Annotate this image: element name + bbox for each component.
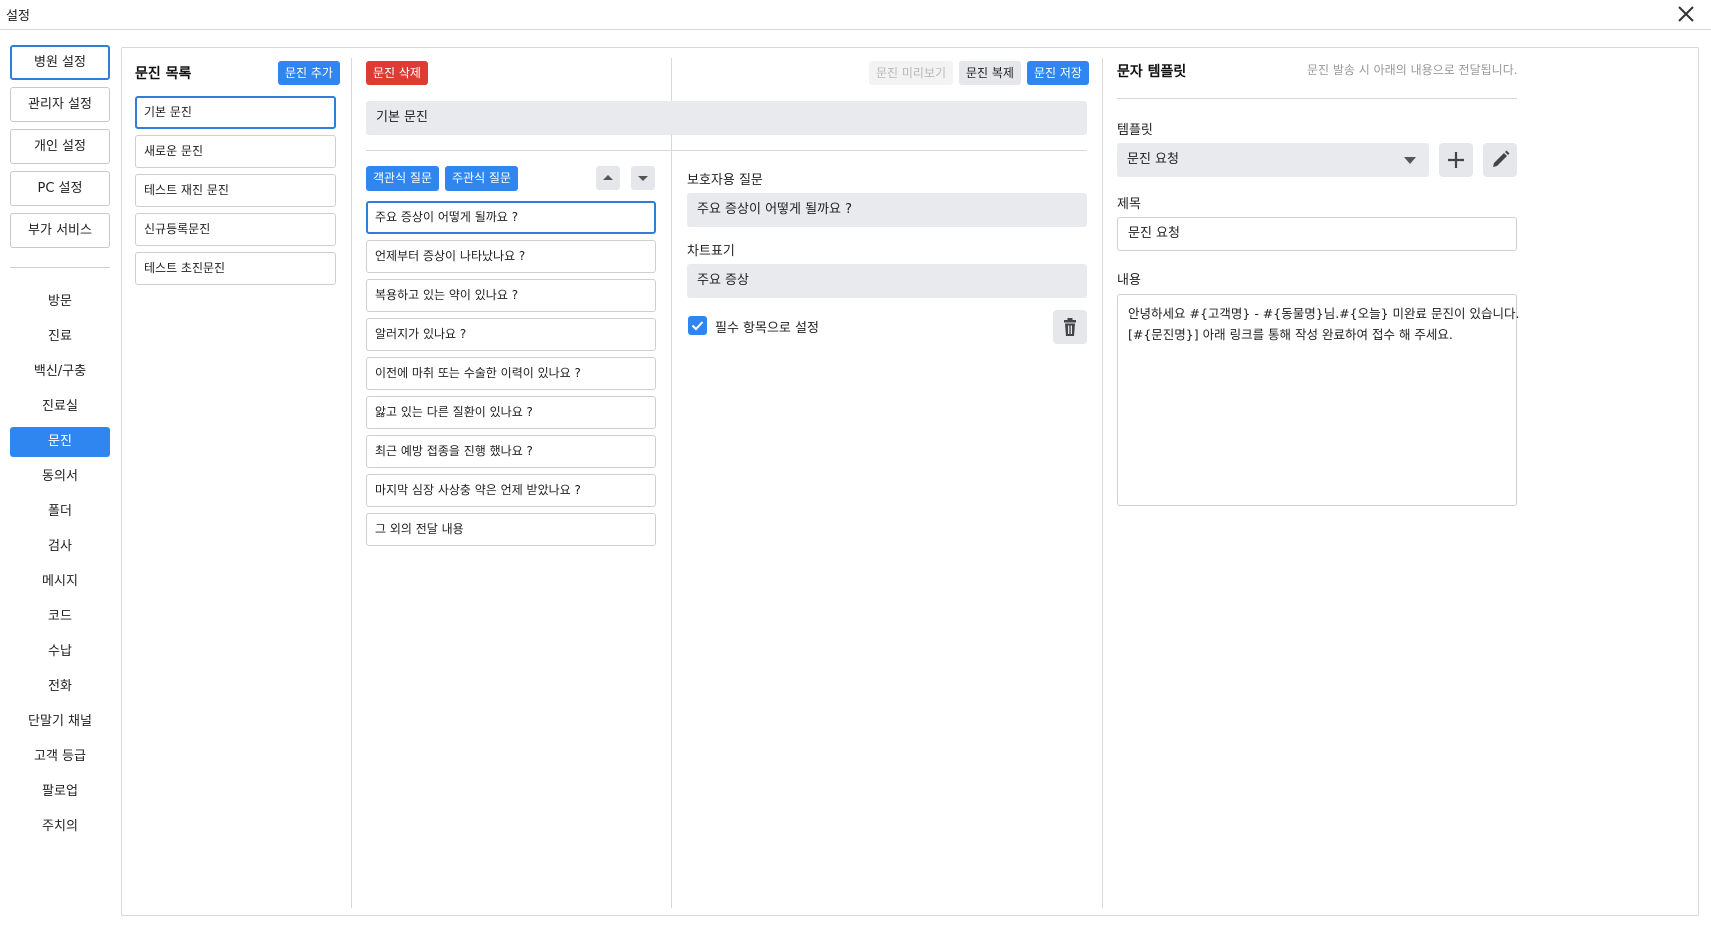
- column-divider: [1102, 58, 1103, 908]
- arrow-down-icon: [638, 176, 648, 181]
- sms-template-hint: 문진 발송 시 아래의 내용으로 전달됩니다.: [1307, 63, 1518, 77]
- question-list-item[interactable]: 그 외의 전달 내용: [366, 513, 656, 546]
- nav-divider: [10, 267, 110, 268]
- nav-item-code[interactable]: 코드: [10, 602, 110, 632]
- chart-notation-label: 차트표기: [687, 244, 735, 259]
- delete-survey-button[interactable]: 문진 삭제: [366, 61, 428, 85]
- nav-item-followup[interactable]: 팔로업: [10, 777, 110, 807]
- nav-item-folder[interactable]: 폴더: [10, 497, 110, 527]
- survey-list-title: 문진 목록: [135, 66, 192, 82]
- subject-input[interactable]: 문진 요청: [1117, 217, 1517, 251]
- objective-question-button[interactable]: 객관식 질문: [366, 166, 440, 191]
- nav-button-hospital[interactable]: 병원 설정: [10, 45, 110, 80]
- question-list-item[interactable]: 주요 증상이 어떻게 될까요 ?: [366, 201, 656, 234]
- content-label: 내용: [1117, 273, 1141, 288]
- guardian-question-input[interactable]: 주요 증상이 어떻게 될까요 ?: [687, 193, 1087, 227]
- move-up-button[interactable]: [596, 166, 620, 190]
- pencil-icon: [1493, 150, 1510, 167]
- question-list-item[interactable]: 앓고 있는 다른 질환이 있나요 ?: [366, 396, 656, 429]
- survey-list-item[interactable]: 새로운 문진: [135, 135, 336, 168]
- save-survey-button[interactable]: 문진 저장: [1027, 61, 1089, 85]
- question-list-item[interactable]: 언제부터 증상이 나타났나요 ?: [366, 240, 656, 273]
- subject-label: 제목: [1117, 197, 1141, 212]
- nav-item-primary-doctor[interactable]: 주치의: [10, 812, 110, 842]
- nav-button-pc[interactable]: PC 설정: [10, 171, 110, 206]
- settings-sub-nav: 방문 진료 백신/구충 진료실 문진 동의서 폴더 검사 메시지 코드 수납 전…: [10, 287, 110, 847]
- question-list-item[interactable]: 알러지가 있나요 ?: [366, 318, 656, 351]
- arrow-up-icon: [603, 175, 613, 180]
- template-select-value: 문진 요청: [1127, 152, 1179, 167]
- survey-list-item[interactable]: 테스트 초진문진: [135, 252, 336, 285]
- edit-template-button[interactable]: [1483, 143, 1517, 177]
- nav-item-survey[interactable]: 문진: [10, 427, 110, 457]
- nav-item-vaccine[interactable]: 백신/구충: [10, 357, 110, 387]
- survey-name-field[interactable]: 기본 문진: [366, 101, 1087, 135]
- column-divider: [351, 58, 352, 908]
- column-divider: [671, 58, 672, 908]
- section-divider: [1117, 98, 1517, 99]
- nav-button-addon[interactable]: 부가 서비스: [10, 213, 110, 248]
- close-icon[interactable]: [1675, 3, 1697, 25]
- content-line: [#{문진명}] 아래 링크를 통해 작성 완료하여 접수 해 주세요.: [1128, 327, 1453, 342]
- template-label: 템플릿: [1117, 123, 1153, 138]
- nav-item-treatment[interactable]: 진료: [10, 322, 110, 352]
- question-list-item[interactable]: 복용하고 있는 약이 있나요 ?: [366, 279, 656, 312]
- nav-item-customer-grade[interactable]: 고객 등급: [10, 742, 110, 772]
- trash-icon: [1064, 318, 1076, 336]
- nav-button-admin[interactable]: 관리자 설정: [10, 87, 110, 122]
- settings-category-buttons: 병원 설정 관리자 설정 개인 설정 PC 설정 부가 서비스: [10, 45, 110, 255]
- question-list-item[interactable]: 최근 예방 접종을 진행 했나요 ?: [366, 435, 656, 468]
- sms-template-title: 문자 템플릿: [1117, 64, 1187, 80]
- add-template-button[interactable]: [1439, 143, 1473, 177]
- question-list-item[interactable]: 마지막 심장 사상충 약은 언제 받았나요 ?: [366, 474, 656, 507]
- content-textarea[interactable]: 안녕하세요 #{고객명} - #{동물명}님.#{오늘} 미완료 문진이 있습니…: [1117, 294, 1520, 506]
- chart-notation-input[interactable]: 주요 증상: [687, 264, 1087, 298]
- survey-list-item[interactable]: 기본 문진: [135, 96, 336, 129]
- guardian-question-label: 보호자용 질문: [687, 173, 763, 188]
- title-bar: 설정: [0, 0, 1711, 30]
- add-survey-button[interactable]: 문진 추가: [278, 61, 340, 85]
- move-down-button[interactable]: [631, 166, 655, 190]
- content-line: 안녕하세요 #{고객명} - #{동물명}님.#{오늘} 미완료 문진이 있습니…: [1128, 306, 1520, 321]
- nav-item-visit[interactable]: 방문: [10, 287, 110, 317]
- preview-survey-button[interactable]: 문진 미리보기: [869, 61, 954, 85]
- nav-item-phone[interactable]: 전화: [10, 672, 110, 702]
- dropdown-caret-icon: [1404, 157, 1416, 164]
- required-checkbox[interactable]: [688, 316, 707, 335]
- nav-item-consent[interactable]: 동의서: [10, 462, 110, 492]
- template-select[interactable]: 문진 요청: [1117, 143, 1429, 177]
- survey-list-item[interactable]: 테스트 재진 문진: [135, 174, 336, 207]
- subjective-question-button[interactable]: 주관식 질문: [445, 166, 519, 191]
- nav-item-payment[interactable]: 수납: [10, 637, 110, 667]
- nav-button-personal[interactable]: 개인 설정: [10, 129, 110, 164]
- plus-icon: [1448, 152, 1464, 168]
- window-title: 설정: [6, 9, 30, 24]
- nav-item-test[interactable]: 검사: [10, 532, 110, 562]
- copy-survey-button[interactable]: 문진 복제: [959, 61, 1021, 85]
- question-list-item[interactable]: 이전에 마취 또는 수술한 이력이 있나요 ?: [366, 357, 656, 390]
- nav-item-message[interactable]: 메시지: [10, 567, 110, 597]
- survey-settings-panel: 문진 목록 문진 추가 기본 문진 새로운 문진 테스트 재진 문진 신규등록문…: [121, 47, 1699, 916]
- required-label: 필수 항목으로 설정: [715, 321, 819, 336]
- survey-list-item[interactable]: 신규등록문진: [135, 213, 336, 246]
- delete-question-button[interactable]: [1053, 310, 1087, 344]
- nav-item-terminal-channel[interactable]: 단말기 채널: [10, 707, 110, 737]
- section-divider: [366, 150, 1087, 151]
- nav-item-exam-room[interactable]: 진료실: [10, 392, 110, 422]
- check-icon: [691, 321, 704, 331]
